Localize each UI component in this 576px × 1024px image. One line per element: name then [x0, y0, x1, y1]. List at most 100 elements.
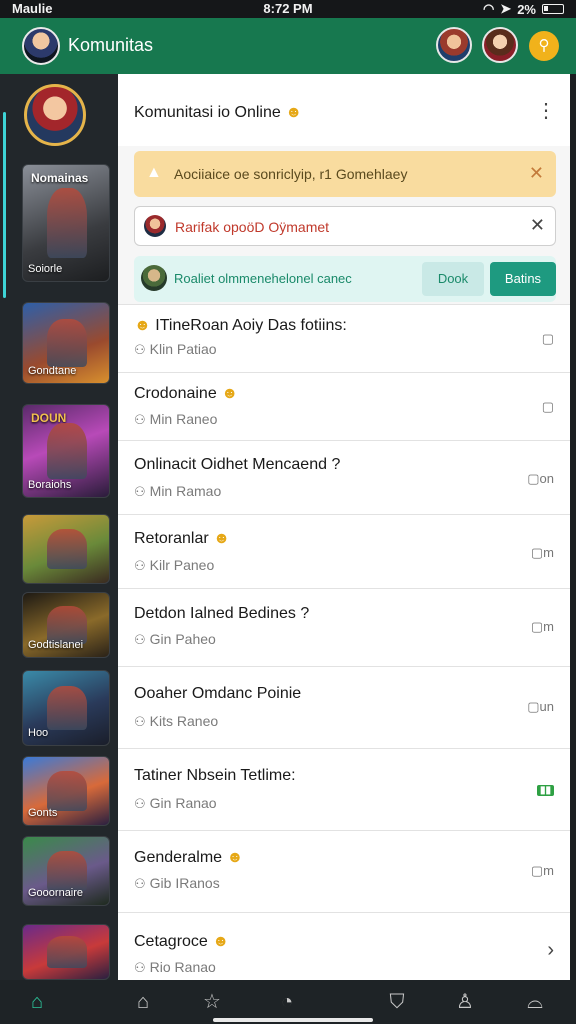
status-right: ◠ ➤ 2% [483, 1, 564, 17]
header-title: Komunitas [68, 35, 154, 55]
list-item[interactable]: Detdon Ialned Bedines ? ⚇ Gin Paheo ▢m [118, 588, 570, 666]
game-card[interactable]: Gondtane [22, 302, 110, 384]
search-button[interactable]: ⚲ [529, 31, 559, 61]
post-status-icon: ▢on [527, 471, 554, 486]
nav-house[interactable]: ⌂ [128, 988, 158, 1016]
game-sidebar[interactable]: Nomainas Soiorle Gondtane DOUN Boraiohs … [0, 74, 118, 980]
more-vertical-icon[interactable]: ⋮ [536, 101, 556, 121]
nav-home[interactable]: ⌂ [22, 988, 52, 1016]
section-header: Komunitasi io Online ☻ ⋮ [118, 74, 570, 146]
nav-games[interactable]: ⌓ [520, 988, 550, 1016]
status-bar: Maulie 8:72 PM ◠ ➤ 2% [0, 0, 576, 18]
post-status-badge: ▮▮ [536, 781, 554, 796]
game-character-art [47, 423, 87, 479]
list-item[interactable]: Genderalme ☻ ⚇ Gib IRanos ▢m [118, 830, 570, 912]
post-meta-text: Kits Raneo [149, 713, 219, 729]
list-item[interactable]: ☻ ITineRoan Aoiy Das fotiins: ⚇ Klin Pati… [118, 304, 570, 372]
controller-icon: ⌓ [527, 991, 543, 1013]
app-frame: Maulie 8:72 PM ◠ ➤ 2% Komunitas ⚲ Nomain… [0, 0, 576, 1024]
nav-history[interactable]: ◔ [272, 988, 302, 1016]
primary-button[interactable]: Batins [490, 262, 556, 296]
invite-text: Roaliet olmmenehelonel canec [174, 271, 352, 286]
post-status-icon: ▢ [541, 399, 554, 414]
profile-icon: ♙ [456, 991, 474, 1013]
community-avatar[interactable] [24, 84, 86, 146]
list-item[interactable]: Tatiner Nbsein Tetlime: ⚇ Gin Ranao ▮▮ [118, 748, 570, 830]
post-meta-text: Rio Ranao [149, 959, 216, 975]
game-card[interactable]: DOUN Boraiohs [22, 404, 110, 498]
post-status-icon: ▢un [527, 699, 554, 714]
friend-avatar[interactable] [482, 27, 518, 63]
post-meta: ⚇ Min Raneo [134, 411, 217, 428]
game-card[interactable] [22, 514, 110, 584]
battery-percent: 2% [517, 1, 536, 17]
secondary-button[interactable]: Dook [422, 262, 484, 296]
game-character-art [47, 935, 87, 969]
post-meta-text: Min Ramao [149, 483, 222, 499]
post-title: Crodonaine ☻ [134, 385, 238, 403]
app-header: Komunitas ⚲ [0, 18, 576, 74]
post-meta-text: Gib IRanos [149, 875, 220, 891]
shield-icon: ⛉ [389, 991, 405, 1013]
game-card-label: Soiorle [28, 263, 63, 275]
post-meta-text: Kilr Paneo [149, 557, 215, 573]
home-icon: ⌂ [30, 991, 44, 1013]
clock-icon: ◔ [280, 991, 294, 1013]
my-avatar[interactable] [22, 27, 60, 65]
search-icon: ⚲ [538, 37, 550, 54]
user-icon: ⚇ [134, 796, 146, 811]
close-icon[interactable]: ✕ [529, 163, 544, 184]
avatar [144, 215, 166, 237]
post-meta: ⚇ Min Ramao [134, 483, 221, 500]
game-card-top-title: Nomainas [31, 171, 89, 185]
list-item[interactable]: Crodonaine ☻ ⚇ Min Raneo ▢ [118, 372, 570, 440]
post-title-text: Crodonaine [134, 385, 217, 402]
game-character-art [47, 528, 87, 570]
list-item[interactable]: Cetagroce ☻ ⚇ Rio Ranao › [118, 912, 570, 980]
post-title: Retoranlar ☻ [134, 530, 230, 548]
game-card[interactable]: Gooornaire [22, 836, 110, 906]
post-title: Ooaher Omdanc Poinie [134, 685, 302, 702]
bottom-nav: ⌂ ⌂ ☆ ◔ ⛉ ♙ ⌓ [0, 980, 576, 1024]
post-meta-text: Gin Paheo [149, 631, 216, 647]
game-character-art [47, 685, 87, 731]
user-banner-text: Rarifak opoöD Oÿmamet [175, 219, 330, 235]
game-card[interactable]: Hoo [22, 670, 110, 746]
list-item[interactable]: Retoranlar ☻ ⚇ Kilr Paneo ▢m [118, 514, 570, 588]
nav-favorites[interactable]: ☆ [197, 988, 227, 1016]
game-card-label: Hoo [28, 727, 49, 739]
list-item[interactable]: Onlinacit Oidhet Mencaend ? ⚇ Min Ramao ▢… [118, 440, 570, 514]
post-title-text: Retoranlar [134, 530, 209, 547]
battery-icon [542, 4, 564, 14]
post-meta: ⚇ Rio Ranao [134, 959, 216, 976]
nav-profile[interactable]: ♙ [450, 988, 480, 1016]
game-card-label: Boraiohs [28, 479, 72, 491]
community-feed: Komunitasi io Online ☻ ⋮ ▲ Aociiaice oe … [118, 74, 570, 980]
sidebar-scrollbar[interactable] [3, 112, 6, 298]
game-card[interactable]: Nomainas Soiorle [22, 164, 110, 282]
game-card[interactable]: Godtislanei [22, 592, 110, 658]
location-icon: ➤ [500, 1, 512, 16]
post-title: ☻ ITineRoan Aoiy Das fotiins: [134, 317, 347, 335]
emoji-icon: ☻ [285, 104, 303, 121]
friend-avatar[interactable] [436, 27, 472, 63]
post-status-icon: ▢m [530, 545, 554, 560]
game-card-label: Gonts [28, 807, 58, 819]
game-card[interactable]: Gonts [22, 756, 110, 826]
user-icon: ⚇ [134, 960, 146, 975]
chevron-right-icon[interactable]: › [547, 939, 554, 962]
section-title-text: Komunitasi io Online [134, 104, 281, 121]
user-icon: ⚇ [134, 412, 146, 427]
status-badge: ▮▮ [536, 785, 554, 796]
warning-text: Aociiaice oe sonriclyip, r1 Gomehlaey [174, 166, 408, 182]
game-card[interactable] [22, 924, 110, 980]
post-title-text: Genderalme [134, 849, 223, 866]
nav-security[interactable]: ⛉ [382, 988, 412, 1016]
user-icon: ⚇ [134, 632, 146, 647]
emoji-icon: ☻ [212, 933, 230, 950]
list-item[interactable]: Ooaher Omdanc Poinie ⚇ Kits Raneo ▢un [118, 666, 570, 748]
home-indicator[interactable] [213, 1018, 373, 1022]
post-meta: ⚇ Kilr Paneo [134, 557, 214, 574]
game-character-art [47, 319, 87, 367]
close-icon[interactable]: ✕ [530, 215, 545, 236]
